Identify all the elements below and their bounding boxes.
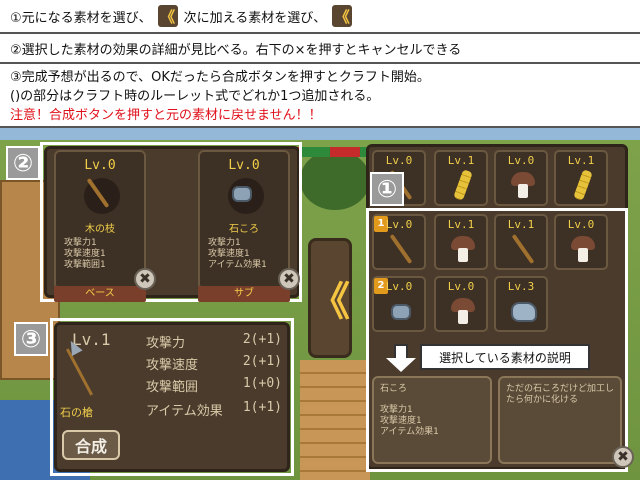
description-flavor-box: ただの石ころだけど加工したら何かに化ける — [498, 376, 622, 464]
wood-floor-decoration — [300, 360, 370, 480]
cancel-sub-button[interactable]: ✖ — [278, 268, 300, 290]
instruction-line-3: ③完成予想が出るので、OKだったら合成ボタンを押すとクラフト開始。 ()の部分は… — [0, 64, 640, 128]
base-material-level: Lv.0 — [84, 158, 116, 173]
stat-line: 攻撃速度1 — [64, 249, 106, 259]
stat-line: アイテム効果1 — [208, 260, 267, 270]
instruction-text-1b: 次に加える素材を選び、 — [183, 10, 327, 26]
instruction-line-2: ②選択した素材の効果の詳細が見比べる。右下の×を押すとキャンセルできる — [0, 34, 640, 64]
instruction-text-3b: ()の部分はクラフト時のルーレット式でどれか1つ追加される。 — [10, 89, 380, 104]
inventory-slot[interactable]: Lv.3 — [494, 276, 548, 332]
instruction-text-1a: ①元になる素材を選び、 — [10, 10, 152, 26]
inventory-slot[interactable]: Lv.1 — [494, 214, 548, 270]
preview-stat-row: 攻撃速度 2(+1) — [146, 354, 286, 373]
sub-tag: サブ — [198, 286, 290, 302]
stat-line: 攻撃力1 — [64, 238, 97, 248]
inventory-slot[interactable]: Lv.0 — [434, 276, 488, 332]
step-badge-1: ① — [370, 172, 404, 206]
stat-line: 攻撃力1 — [380, 405, 413, 415]
slot-level: Lv.1 — [507, 218, 535, 231]
wheat-icon — [449, 169, 477, 201]
description-stats-box: 石ころ 攻撃力1 攻撃速度1 アイテム効果1 — [372, 376, 492, 464]
instruction-line-1: ①元になる素材を選び、 《 次に加える素材を選び、 《 — [0, 0, 640, 34]
stat-label: アイテム効果 — [146, 404, 223, 419]
stat-line: 攻撃範囲1 — [64, 260, 106, 270]
slot-level: Lv.0 — [385, 280, 413, 293]
slot-level: Lv.0 — [385, 218, 413, 231]
sub-material-name: 石ころ — [229, 224, 259, 235]
base-material-name: 木の枝 — [85, 224, 115, 235]
base-material-stats: 攻撃力1 攻撃速度1 攻撃範囲1 — [64, 238, 105, 271]
inventory-slot[interactable]: 1 Lv.0 — [372, 214, 426, 270]
cancel-base-button[interactable]: ✖ — [134, 268, 156, 290]
slot-level: Lv.0 — [385, 154, 413, 167]
stat-label: 攻撃力 — [146, 336, 186, 351]
stone-icon — [509, 296, 537, 326]
preview-stat-row: 攻撃力 2(+1) — [146, 332, 286, 351]
stat-line: 攻撃速度1 — [380, 416, 422, 426]
slot-level: Lv.3 — [507, 280, 535, 293]
inventory-slot[interactable]: Lv.0 — [554, 214, 608, 270]
instruction-text-3a: ③完成予想が出るので、OKだったら合成ボタンを押すとクラフト開始。 — [10, 70, 430, 85]
mushroom-icon — [569, 234, 597, 264]
stat-value: 1(+0) — [242, 376, 282, 391]
stat-line: アイテム効果1 — [380, 427, 439, 437]
arrow-icon: 《 — [157, 5, 178, 27]
mushroom-icon — [449, 234, 477, 264]
stat-label: 攻撃範囲 — [146, 380, 199, 395]
step-badge-2: ② — [6, 146, 40, 180]
description-callout: 選択している素材の説明 — [420, 344, 590, 370]
inventory-slot[interactable]: Lv.1 — [554, 150, 608, 206]
stat-value: 1(+1) — [242, 400, 282, 415]
stone-icon — [387, 296, 415, 326]
warning-text: 注意！合成ボタンを押すと元の素材に戻せません！！ — [10, 108, 322, 123]
mushroom-icon — [509, 170, 537, 200]
mushroom-icon — [449, 296, 477, 326]
preview-item-name: 石の槍 — [60, 406, 93, 419]
sub-material-stats: 攻撃力1 攻撃速度1 アイテム効果1 — [208, 238, 267, 271]
stone-icon — [228, 178, 264, 214]
sub-material-card[interactable]: Lv.0 石ころ 攻撃力1 攻撃速度1 アイテム効果1 — [198, 150, 290, 290]
slot-level: Lv.0 — [567, 218, 595, 231]
stick-icon — [387, 233, 415, 265]
slot-level: Lv.1 — [447, 218, 475, 231]
arrow-icon: 《 — [332, 5, 353, 27]
slot-level: Lv.1 — [567, 154, 595, 167]
flavor-text: ただの石ころだけど加工したら何かに化ける — [506, 384, 615, 405]
sub-material-level: Lv.0 — [228, 158, 260, 173]
stat-value: 2(+1) — [242, 332, 282, 347]
stat-line: 攻撃力1 — [208, 238, 241, 248]
inventory-slot[interactable]: Lv.1 — [434, 214, 488, 270]
stick-icon — [84, 177, 120, 214]
tree-decoration — [300, 150, 370, 210]
double-chevron-left-icon: 《 — [310, 279, 350, 325]
stat-line: 攻撃速度1 — [208, 249, 250, 259]
slot-level: Lv.0 — [447, 280, 475, 293]
stat-value: 2(+1) — [242, 354, 282, 369]
inventory-slot[interactable]: Lv.0 — [494, 150, 548, 206]
stick-icon — [509, 233, 537, 265]
wheat-icon — [569, 169, 597, 201]
preview-stat-row: 攻撃範囲 1(+0) — [146, 376, 286, 395]
close-icon[interactable]: ✖ — [612, 446, 634, 468]
base-tag: ベース — [54, 286, 146, 302]
craft-button[interactable]: 合成 — [62, 430, 120, 460]
preview-stat-row: アイテム効果 1(+1) — [146, 400, 286, 419]
instruction-text-2: ②選択した素材の効果の詳細が見比べる。右下の×を押すとキャンセルできる — [10, 42, 462, 58]
craft-arrow-button[interactable]: 《 — [308, 238, 352, 358]
inventory-slot[interactable]: Lv.1 — [434, 150, 488, 206]
base-material-card[interactable]: Lv.0 木の枝 攻撃力1 攻撃速度1 攻撃範囲1 — [54, 150, 146, 290]
stat-label: 攻撃速度 — [146, 358, 199, 373]
slot-level: Lv.1 — [447, 154, 475, 167]
slot-level: Lv.0 — [507, 154, 535, 167]
step-badge-3: ③ — [14, 322, 48, 356]
description-name: 石ころ — [380, 384, 408, 394]
inventory-slot[interactable]: 2 Lv.0 — [372, 276, 426, 332]
